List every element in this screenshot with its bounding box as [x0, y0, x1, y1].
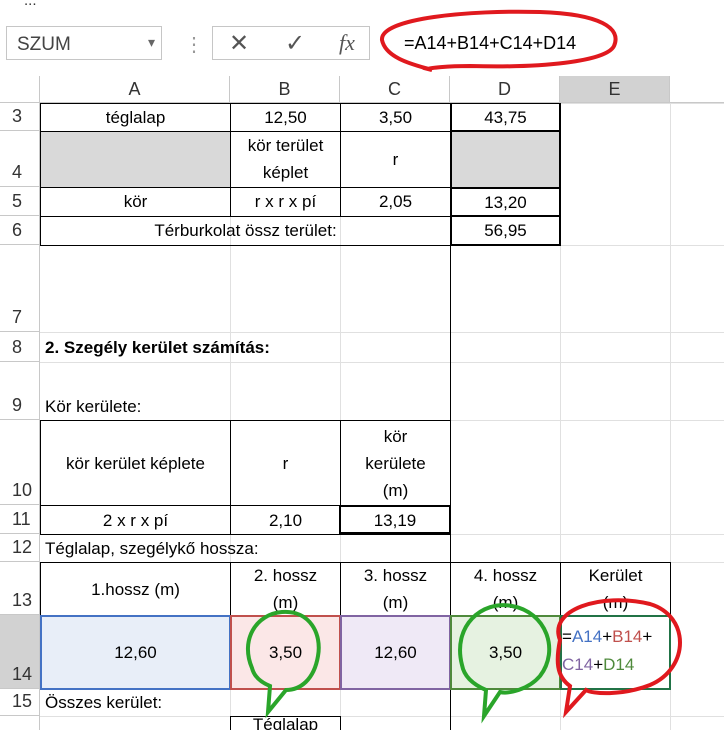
formula-ref-d14: D14 [603, 655, 635, 674]
formula-eq: = [562, 627, 572, 646]
drag-handle-icon[interactable]: ⋮ [184, 32, 204, 57]
row-header-9[interactable]: 9 [0, 362, 40, 420]
name-box-value: SZUM [17, 34, 71, 55]
column-header-E[interactable]: E [560, 76, 670, 103]
row-header-15[interactable]: 15 [0, 689, 40, 716]
column-header-F[interactable] [670, 76, 724, 103]
formula-plus: + [642, 627, 653, 646]
cell-D3[interactable]: 43,75 [452, 103, 559, 131]
cell-A10[interactable]: kör kerület képlete [41, 421, 230, 505]
cell-B16-text: Téglalap [252, 716, 319, 730]
select-all-corner[interactable] [0, 76, 40, 103]
cell-C5[interactable]: 2,05 [341, 187, 450, 216]
ribbon-text: ... [24, 0, 37, 9]
formula-bar: SZUM ▾ ⋮ ✕ ✓ fx =A14+B14+C14+D14 [0, 14, 724, 77]
row-header-16[interactable] [0, 716, 40, 730]
cell-C10[interactable]: kör kerülete (m) [341, 421, 450, 505]
name-box[interactable]: SZUM ▾ [6, 26, 162, 60]
formula-plus: + [593, 655, 604, 674]
cell-B13[interactable]: 2. hossz (m) [231, 563, 340, 615]
formula-ref-a14: A14 [571, 627, 603, 646]
cell-B4[interactable]: kör terület képlet [231, 131, 340, 187]
gridline [40, 362, 724, 363]
cell-A8[interactable]: 2. Szegély kerület számítás: [41, 332, 441, 362]
cell-D13[interactable]: 4. hossz (m) [451, 563, 560, 615]
row-header-8[interactable]: 8 [0, 332, 40, 362]
cell-A5[interactable]: kör [41, 187, 230, 216]
column-header-D[interactable]: D [450, 76, 560, 103]
cell-E13[interactable]: Kerület (m) [561, 563, 670, 615]
cell-B5[interactable]: r x r x pí [231, 187, 340, 216]
cell-D5[interactable]: 13,20 [452, 188, 559, 216]
row-header-14[interactable]: 14 [0, 615, 40, 689]
cell-D14-value: 3,50 [488, 643, 523, 662]
cell-C11[interactable]: 13,19 [341, 506, 449, 534]
row-header-13[interactable]: 13 [0, 562, 40, 615]
cell-A11[interactable]: 2 x r x pí [41, 506, 230, 534]
formula-plus: + [602, 627, 613, 646]
cell-A6[interactable]: Térburkolat össz terület: [41, 216, 450, 245]
cell-A14-value: 12,60 [114, 643, 157, 662]
cell-D6[interactable]: 56,95 [452, 216, 559, 245]
ribbon-remnant: ... [0, 0, 724, 15]
cell-B3[interactable]: 12,50 [231, 103, 340, 131]
row-header-6[interactable]: 6 [0, 216, 40, 245]
row-header-10[interactable]: 10 [0, 420, 40, 505]
formula-text: =A14+B14+C14+D14 [404, 33, 577, 53]
cell-A4[interactable] [41, 131, 230, 187]
row-header-4[interactable]: 4 [0, 131, 40, 187]
cell-C13[interactable]: 3. hossz (m) [341, 563, 450, 615]
cell-A13[interactable]: 1.hossz (m) [41, 563, 230, 615]
cell-D4[interactable] [451, 131, 560, 187]
cell-B10[interactable]: r [231, 421, 340, 505]
formula-ref-c14: C14 [562, 655, 594, 674]
row-header-3[interactable]: 3 [0, 103, 40, 131]
gridline [40, 716, 724, 717]
column-header-C[interactable]: C [340, 76, 450, 103]
cell-A3[interactable]: téglalap [41, 103, 230, 131]
cell-A12[interactable]: Téglalap, szegélykő hossza: [41, 534, 441, 562]
row-header-12[interactable]: 12 [0, 534, 40, 562]
check-icon[interactable]: ✓ [285, 29, 305, 58]
row-header-5[interactable]: 5 [0, 187, 40, 216]
insert-function-icon[interactable]: fx [339, 30, 355, 56]
formula-ref-b14: B14 [612, 627, 643, 646]
cell-C14-value: 12,60 [374, 643, 417, 662]
column-header-B[interactable]: B [230, 76, 340, 103]
row-header-7[interactable]: 7 [0, 245, 40, 332]
chevron-down-icon[interactable]: ▾ [148, 34, 155, 51]
cell-C3[interactable]: 3,50 [341, 103, 450, 131]
formula-input[interactable]: =A14+B14+C14+D14 [380, 26, 724, 60]
cell-A15[interactable]: Összes kerület: [41, 689, 230, 716]
cell-B11[interactable]: 2,10 [231, 506, 340, 534]
cell-E14-editor[interactable]: =A14+B14+ C14+D14 [562, 623, 668, 679]
cancel-icon[interactable]: ✕ [229, 29, 249, 58]
cell-B14-value: 3,50 [268, 643, 303, 662]
formula-buttons: ✕ ✓ fx [212, 26, 370, 60]
cell-A9[interactable]: Kör kerülete: [41, 392, 230, 420]
column-header-A[interactable]: A [40, 76, 230, 103]
row-header-11[interactable]: 11 [0, 505, 40, 534]
cell-C4[interactable]: r [341, 131, 450, 187]
cell-B16[interactable]: Téglalap [231, 716, 340, 730]
